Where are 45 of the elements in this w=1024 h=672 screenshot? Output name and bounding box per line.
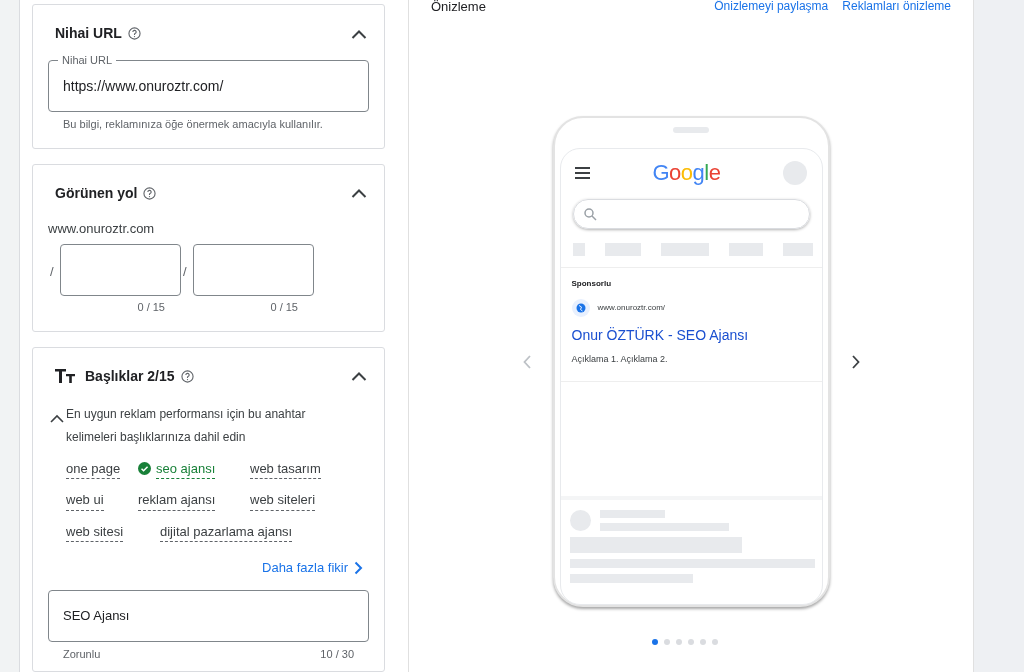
separator-text: / <box>49 263 55 281</box>
keyword-chip[interactable]: web sitesi <box>66 521 124 542</box>
preview-title: Önizleme <box>431 0 486 13</box>
path-field[interactable] <box>60 244 181 296</box>
collapse-button[interactable] <box>48 412 66 425</box>
sponsored-label: Sponsorlu <box>571 278 613 290</box>
ad-headline[interactable]: Onur ÖZTÜRK - SEO Ajansı <box>571 325 811 346</box>
character-counter: 0 / 15 <box>270 300 299 315</box>
header-link[interactable]: Reklamları önizleme <box>842 0 951 13</box>
more-ideas-link[interactable]: Daha fazla fikir <box>262 558 363 578</box>
keyword-chip[interactable]: web siteleri <box>250 490 316 511</box>
character-counter: 10 / 30 <box>320 646 354 662</box>
hint-text: Bu bilgi, reklamınıza öğe önermek amacıyla kullanılır. <box>62 117 324 132</box>
header-link[interactable]: Önizlemeyi paylaşma <box>714 0 829 13</box>
help-icon[interactable] <box>143 186 157 200</box>
separator-text: / <box>182 263 188 281</box>
keyword-chip[interactable]: dijital pazarlama ajansı <box>160 521 293 542</box>
field-value: SEO Ajansı <box>63 606 130 625</box>
headline-field[interactable]: SEO Ajansı <box>48 589 369 642</box>
domain-text: www.onuroztr.com <box>48 219 156 238</box>
path-field[interactable] <box>193 244 314 296</box>
chevron-right-icon[interactable] <box>354 560 363 575</box>
keyword-chip[interactable]: seo ajansı <box>156 458 216 479</box>
keyword-chip[interactable]: one page <box>66 458 121 479</box>
search-icon <box>583 207 597 221</box>
suggestion-text: En uygun reklam performansı için bu anahtar kelimeleri başlıklarınıza dahil edin <box>66 405 307 446</box>
text-size-icon <box>55 368 75 384</box>
keyword-chip[interactable]: web tasarım <box>250 458 321 479</box>
field-label: Nihai URL <box>58 53 117 67</box>
globe-icon <box>571 299 590 317</box>
ad-url: www.onuroztr.com/ <box>597 302 666 314</box>
field-value: https://www.onuroztr.com/ <box>63 76 224 96</box>
section-title: Başlıklar 2/15 <box>85 366 175 386</box>
menu-icon[interactable] <box>574 167 590 179</box>
section-title: Nihai URL <box>55 24 122 43</box>
help-icon[interactable] <box>180 369 194 383</box>
section-title: Görünen yol <box>55 183 138 203</box>
ad-description: Açıklama 1. Açıklama 2. <box>571 353 669 366</box>
next-button[interactable] <box>851 354 860 369</box>
help-icon[interactable] <box>127 27 141 40</box>
keyword-chip[interactable]: web ui <box>66 490 104 511</box>
helper-text: Zorunlu <box>63 646 101 662</box>
character-counter: 0 / 15 <box>137 300 166 315</box>
keyword-chip[interactable]: reklam ajansı <box>138 490 216 511</box>
google-logo: Google <box>652 161 721 185</box>
